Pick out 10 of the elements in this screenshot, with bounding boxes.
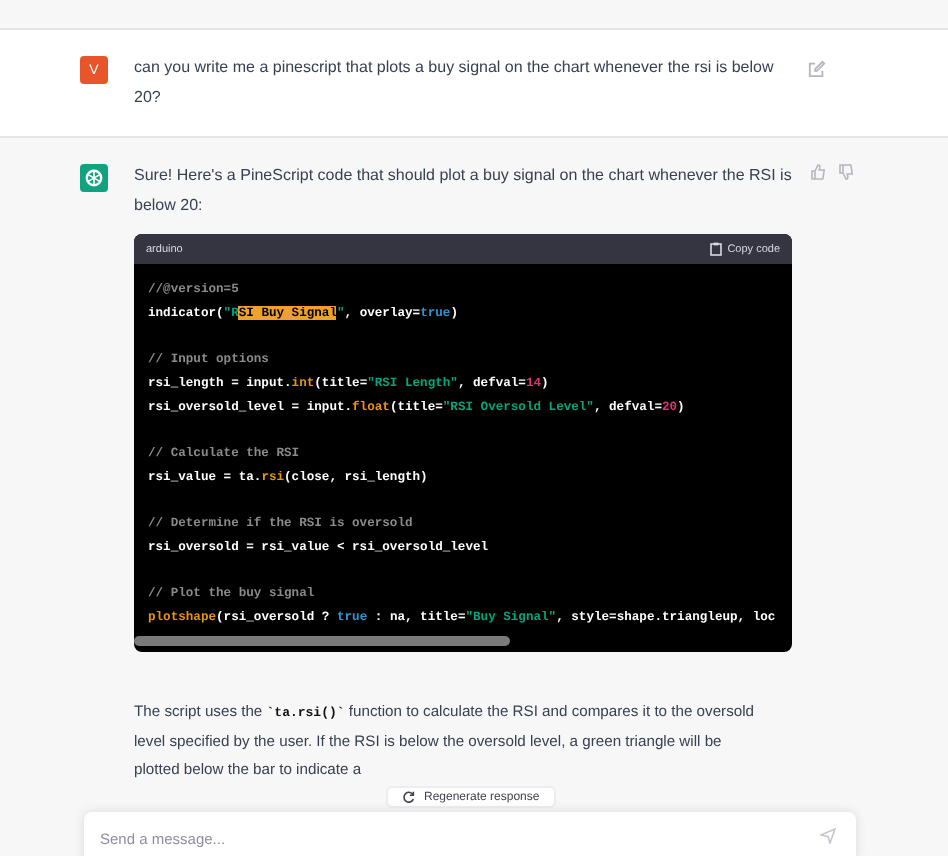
thumbs-down-icon[interactable] [838, 164, 854, 180]
refresh-icon [402, 790, 416, 804]
clipboard-icon [709, 242, 722, 256]
thumbs-up-icon[interactable] [810, 164, 826, 180]
edit-icon[interactable] [808, 60, 826, 78]
send-icon[interactable] [820, 828, 836, 844]
assistant-message-text: Sure! Here's a PineScript code that should plot a buy signal on the chart whenever the RSI is below 20: [134, 164, 794, 218]
user-message-text: can you write me a pinescript that plots a buy signal on the chart whenever the rsi is below 20? [134, 56, 776, 110]
logo-icon [80, 164, 108, 192]
scrollbar[interactable] [134, 636, 510, 646]
